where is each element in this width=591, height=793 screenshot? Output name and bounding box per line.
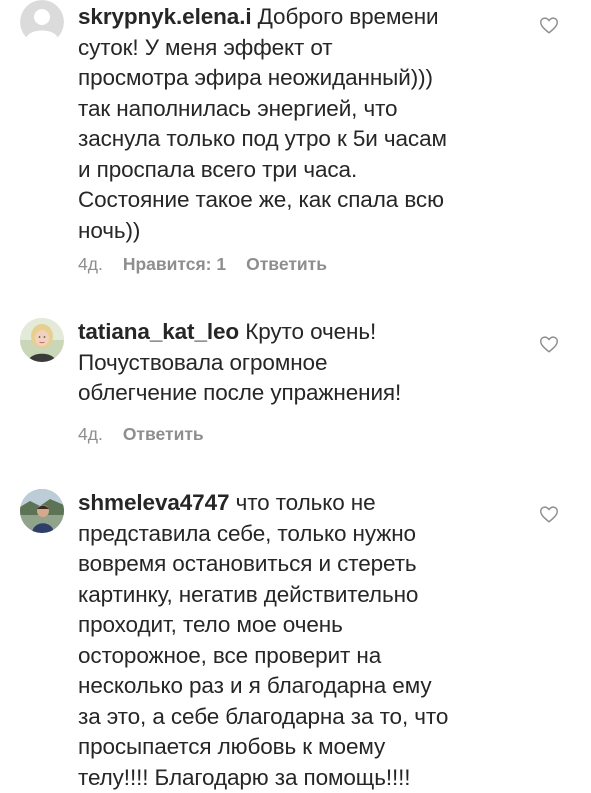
- comment-line: вовремя остановиться и стереть: [78, 551, 417, 576]
- comment-text: shmeleva4747 что только не представила с…: [78, 488, 518, 793]
- comment-line: что только не: [229, 490, 376, 515]
- comment-line: проходит, тело мое очень: [78, 612, 343, 637]
- comment-line: осторожное, все проверит на: [78, 642, 382, 668]
- photo-avatar-icon: [20, 489, 64, 533]
- heart-outline-icon[interactable]: [538, 503, 560, 525]
- avatar-shmeleva[interactable]: [20, 489, 64, 533]
- comment-line: просмотра эфира неожиданный))): [78, 65, 433, 90]
- comment-line: ночь)): [78, 217, 141, 243]
- comment-text: tatiana_kat_leo Круто очень! Почуствовал…: [78, 317, 518, 409]
- comment-line: так наполнилась энергией, что: [78, 95, 398, 121]
- avatar-tatiana[interactable]: [20, 318, 64, 362]
- reply-button[interactable]: Ответить: [246, 254, 327, 274]
- reply-button[interactable]: Ответить: [123, 424, 204, 444]
- default-avatar-icon: [20, 0, 64, 44]
- comment-username[interactable]: skrypnyk.elena.i: [78, 4, 252, 29]
- comment-time: 4д.: [78, 254, 103, 274]
- comment-line: заснула только под утро к 5и часам: [78, 126, 447, 151]
- comment-line: облегчение после упражнения!: [78, 380, 402, 405]
- heart-outline-icon[interactable]: [538, 14, 560, 36]
- comment-username[interactable]: shmeleva4747: [78, 490, 230, 515]
- avatar-skrypnyk[interactable]: [20, 0, 64, 44]
- heart-outline-icon[interactable]: [538, 333, 560, 355]
- comment-meta: 4д. Нравится: 1 Ответить: [78, 254, 347, 275]
- comment-line: за это, а себе благодарна за то, что: [78, 703, 449, 729]
- comment-username[interactable]: tatiana_kat_leo: [78, 319, 239, 344]
- comment-line: картинку, негатив действительно: [78, 581, 419, 607]
- comment-meta: 4д. Ответить: [78, 424, 224, 445]
- comment-line: телу!!!! Благодарю за помощь!!!!: [78, 764, 411, 790]
- comment-line: просыпается любовь к моему: [78, 734, 386, 759]
- comment-line: несколько раз и я благодарна ему: [78, 673, 432, 698]
- comment-line: Состояние такое же, как спала всю: [78, 187, 444, 212]
- comment-line: Доброго времени: [251, 4, 439, 29]
- photo-avatar-icon: [20, 318, 64, 362]
- comment-text: skrypnyk.elena.i Доброго времени суток! …: [78, 2, 518, 246]
- comment-line: суток! У меня эффект от: [78, 34, 333, 60]
- likes-count-button[interactable]: Нравится: 1: [123, 254, 226, 274]
- comment-line: Круто очень!: [239, 319, 377, 344]
- comment-time: 4д.: [78, 424, 103, 444]
- comment-line: Почуствовала огромное: [78, 349, 328, 375]
- comment-line: представила себе, только нужно: [78, 520, 416, 546]
- comment-line: и проспала всего три часа.: [78, 156, 358, 182]
